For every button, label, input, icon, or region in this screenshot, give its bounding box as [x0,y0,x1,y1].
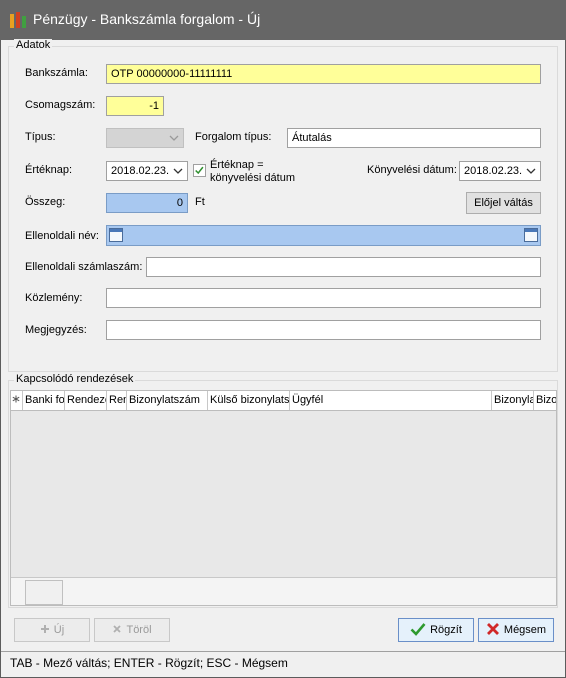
check-icon [410,623,426,637]
ellenoldali-nev-field[interactable] [106,225,541,246]
adatok-group-title: Adatok [14,39,53,51]
chevron-down-icon [169,135,179,141]
tipus-label: Típus: [25,131,56,143]
grid-col-ren[interactable]: Ren [107,391,127,410]
tipus-combo[interactable] [106,128,184,148]
konyvelesi-datum-label: Könyvelési dátum: [367,164,457,176]
delete-icon [113,625,122,633]
ellenoldali-szamlaszam-field[interactable] [146,257,541,277]
forgalom-tipus-field[interactable]: Átutalás [287,128,541,148]
check-icon [195,166,204,175]
grid-header: Banki fo Rendeze Ren Bizonylatszám Külső… [11,391,556,411]
megjegyzes-label: Megjegyzés: [25,324,87,336]
grid-footer [11,577,556,605]
megsem-button-label: Mégsem [503,624,547,636]
grid-col-indicator[interactable] [11,391,23,410]
window-title: Pénzügy - Bankszámla forgalom - Új [33,11,261,27]
lookup-left-icon[interactable] [109,228,123,242]
title-bar: Pénzügy - Bankszámla forgalom - Új [0,0,566,40]
grid-col-bizo[interactable]: Bizo [534,391,556,410]
torol-button-label: Töröl [126,624,152,636]
forgalom-tipus-label: Forgalom típus: [195,131,272,143]
rogzit-button-label: Rögzít [430,624,462,636]
bankszamla-label: Bankszámla: [25,67,88,79]
kozlemeny-label: Közlemény: [25,292,83,304]
torol-button[interactable]: Töröl [94,618,170,642]
ellenoldali-szamlaszam-label: Ellenoldali számlaszám: [25,261,143,273]
konyvelesi-datum-value: 2018.02.23. [464,165,523,177]
grid-footer-cell [25,580,63,605]
dialog-client: Adatok Bankszámla: OTP 00000000-11111111… [1,39,565,677]
rogzit-button[interactable]: Rögzít [398,618,474,642]
status-bar: TAB - Mező váltás; ENTER - Rögzít; ESC -… [1,651,565,677]
status-text: TAB - Mező váltás; ENTER - Rögzít; ESC -… [10,656,288,670]
rendezesek-grid[interactable]: Banki fo Rendeze Ren Bizonylatszám Külső… [10,390,557,606]
grid-col-kulso-bizonylat[interactable]: Külső bizonylats [208,391,290,410]
chevron-down-icon [173,168,183,174]
megjegyzes-field[interactable] [106,320,541,340]
erteknap-label: Értéknap: [25,164,73,176]
kapcsolodo-group-title: Kapcsolódó rendezések [14,373,136,385]
asterisk-icon [12,395,20,403]
osszeg-unit: Ft [195,196,205,208]
cross-icon [486,623,499,636]
erteknap-eq-label: Értéknap = könyvelési dátum [210,159,295,184]
uj-button[interactable]: Új [14,618,90,642]
grid-col-bizonylatszam[interactable]: Bizonylatszám [127,391,208,410]
bankszamla-field[interactable]: OTP 00000000-11111111 [106,64,541,84]
ellenoldali-nev-label: Ellenoldali név: [25,230,99,242]
grid-col-rendeze[interactable]: Rendeze [65,391,107,410]
grid-col-ugyfel[interactable]: Ügyfél [290,391,492,410]
uj-button-label: Új [53,624,65,636]
erteknap-datepicker[interactable]: 2018.02.23. [106,161,188,181]
erteknap-value: 2018.02.23. [111,165,170,177]
plus-icon [40,625,49,634]
osszeg-label: Összeg: [25,196,66,208]
konyvelesi-datum-datepicker[interactable]: 2018.02.23. [459,161,541,181]
erteknap-eq-checkbox[interactable] [193,164,206,177]
csomagszam-label: Csomagszám: [25,99,96,111]
grid-col-banki-fo[interactable]: Banki fo [23,391,65,410]
elojel-valtas-button[interactable]: Előjel váltás [466,192,541,214]
kozlemeny-field[interactable] [106,288,541,308]
chevron-down-icon [526,168,536,174]
csomagszam-field[interactable]: -1 [106,96,164,116]
megsem-button[interactable]: Mégsem [478,618,554,642]
lookup-right-icon[interactable] [524,228,538,242]
app-icon [10,12,26,28]
grid-col-bizonyla[interactable]: Bizonyla [492,391,534,410]
osszeg-field[interactable]: 0 [106,193,188,213]
